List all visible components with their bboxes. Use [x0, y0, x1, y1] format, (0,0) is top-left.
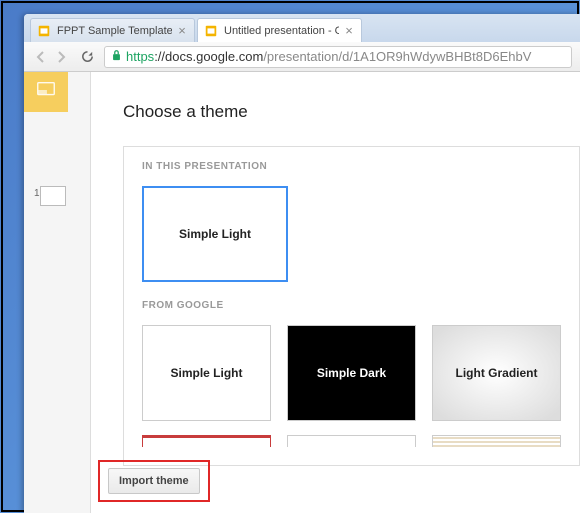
presentation-icon — [35, 79, 57, 106]
theme-name: Light Gradient — [456, 366, 538, 380]
slide-thumbnail[interactable] — [40, 186, 66, 206]
address-bar[interactable]: https://docs.google.com/presentation/d/1… — [104, 46, 572, 68]
forward-button[interactable] — [52, 48, 70, 66]
theme-name: Simple Light — [179, 227, 251, 241]
slide-number: 1 — [34, 188, 40, 199]
theme-sections: IN THIS PRESENTATION Simple Light FROM G… — [123, 146, 580, 466]
lock-icon — [111, 49, 122, 64]
browser-tab-1[interactable]: Untitled presentation - Go × — [197, 18, 362, 42]
close-icon[interactable]: × — [343, 25, 355, 37]
tab-title: FPPT Sample Template - G — [57, 25, 172, 37]
section-label-in-presentation: IN THIS PRESENTATION — [142, 161, 561, 172]
url-host: ://docs.google.com — [154, 49, 263, 64]
browser-toolbar: https://docs.google.com/presentation/d/1… — [24, 42, 580, 72]
slides-icon — [37, 24, 51, 38]
theme-dialog: Choose a theme IN THIS PRESENTATION Simp… — [90, 72, 580, 513]
slides-icon — [204, 24, 218, 38]
theme-card-partial[interactable] — [287, 435, 416, 447]
tab-title: Untitled presentation - Go — [224, 25, 339, 37]
close-icon[interactable]: × — [176, 25, 188, 37]
theme-card-partial[interactable] — [142, 435, 271, 447]
theme-card-simple-light[interactable]: Simple Light — [142, 325, 271, 421]
theme-card-light-gradient[interactable]: Light Gradient — [432, 325, 561, 421]
dialog-title: Choose a theme — [123, 102, 580, 122]
browser-tab-0[interactable]: FPPT Sample Template - G × — [30, 18, 195, 42]
url-scheme: https — [126, 49, 154, 64]
theme-card-simple-dark[interactable]: Simple Dark — [287, 325, 416, 421]
app-rail — [24, 72, 68, 112]
theme-name: Simple Light — [171, 366, 243, 380]
import-highlight: Import theme — [98, 460, 210, 502]
app-content: 1 Choose a theme IN THIS PRESENTATION Si… — [24, 72, 580, 513]
tab-strip: FPPT Sample Template - G × Untitled pres… — [24, 14, 580, 42]
section-label-from-google: FROM GOOGLE — [142, 300, 561, 311]
reload-button[interactable] — [78, 48, 96, 66]
back-button[interactable] — [32, 48, 50, 66]
theme-card-simple-light-current[interactable]: Simple Light — [142, 186, 288, 282]
url-path: /presentation/d/1A1OR9hWdywBHBt8D6EhbV — [263, 49, 531, 64]
browser-window: FPPT Sample Template - G × Untitled pres… — [24, 14, 580, 513]
theme-name: Simple Dark — [317, 366, 386, 380]
theme-card-partial[interactable] — [432, 435, 561, 447]
import-theme-button[interactable]: Import theme — [108, 468, 200, 494]
